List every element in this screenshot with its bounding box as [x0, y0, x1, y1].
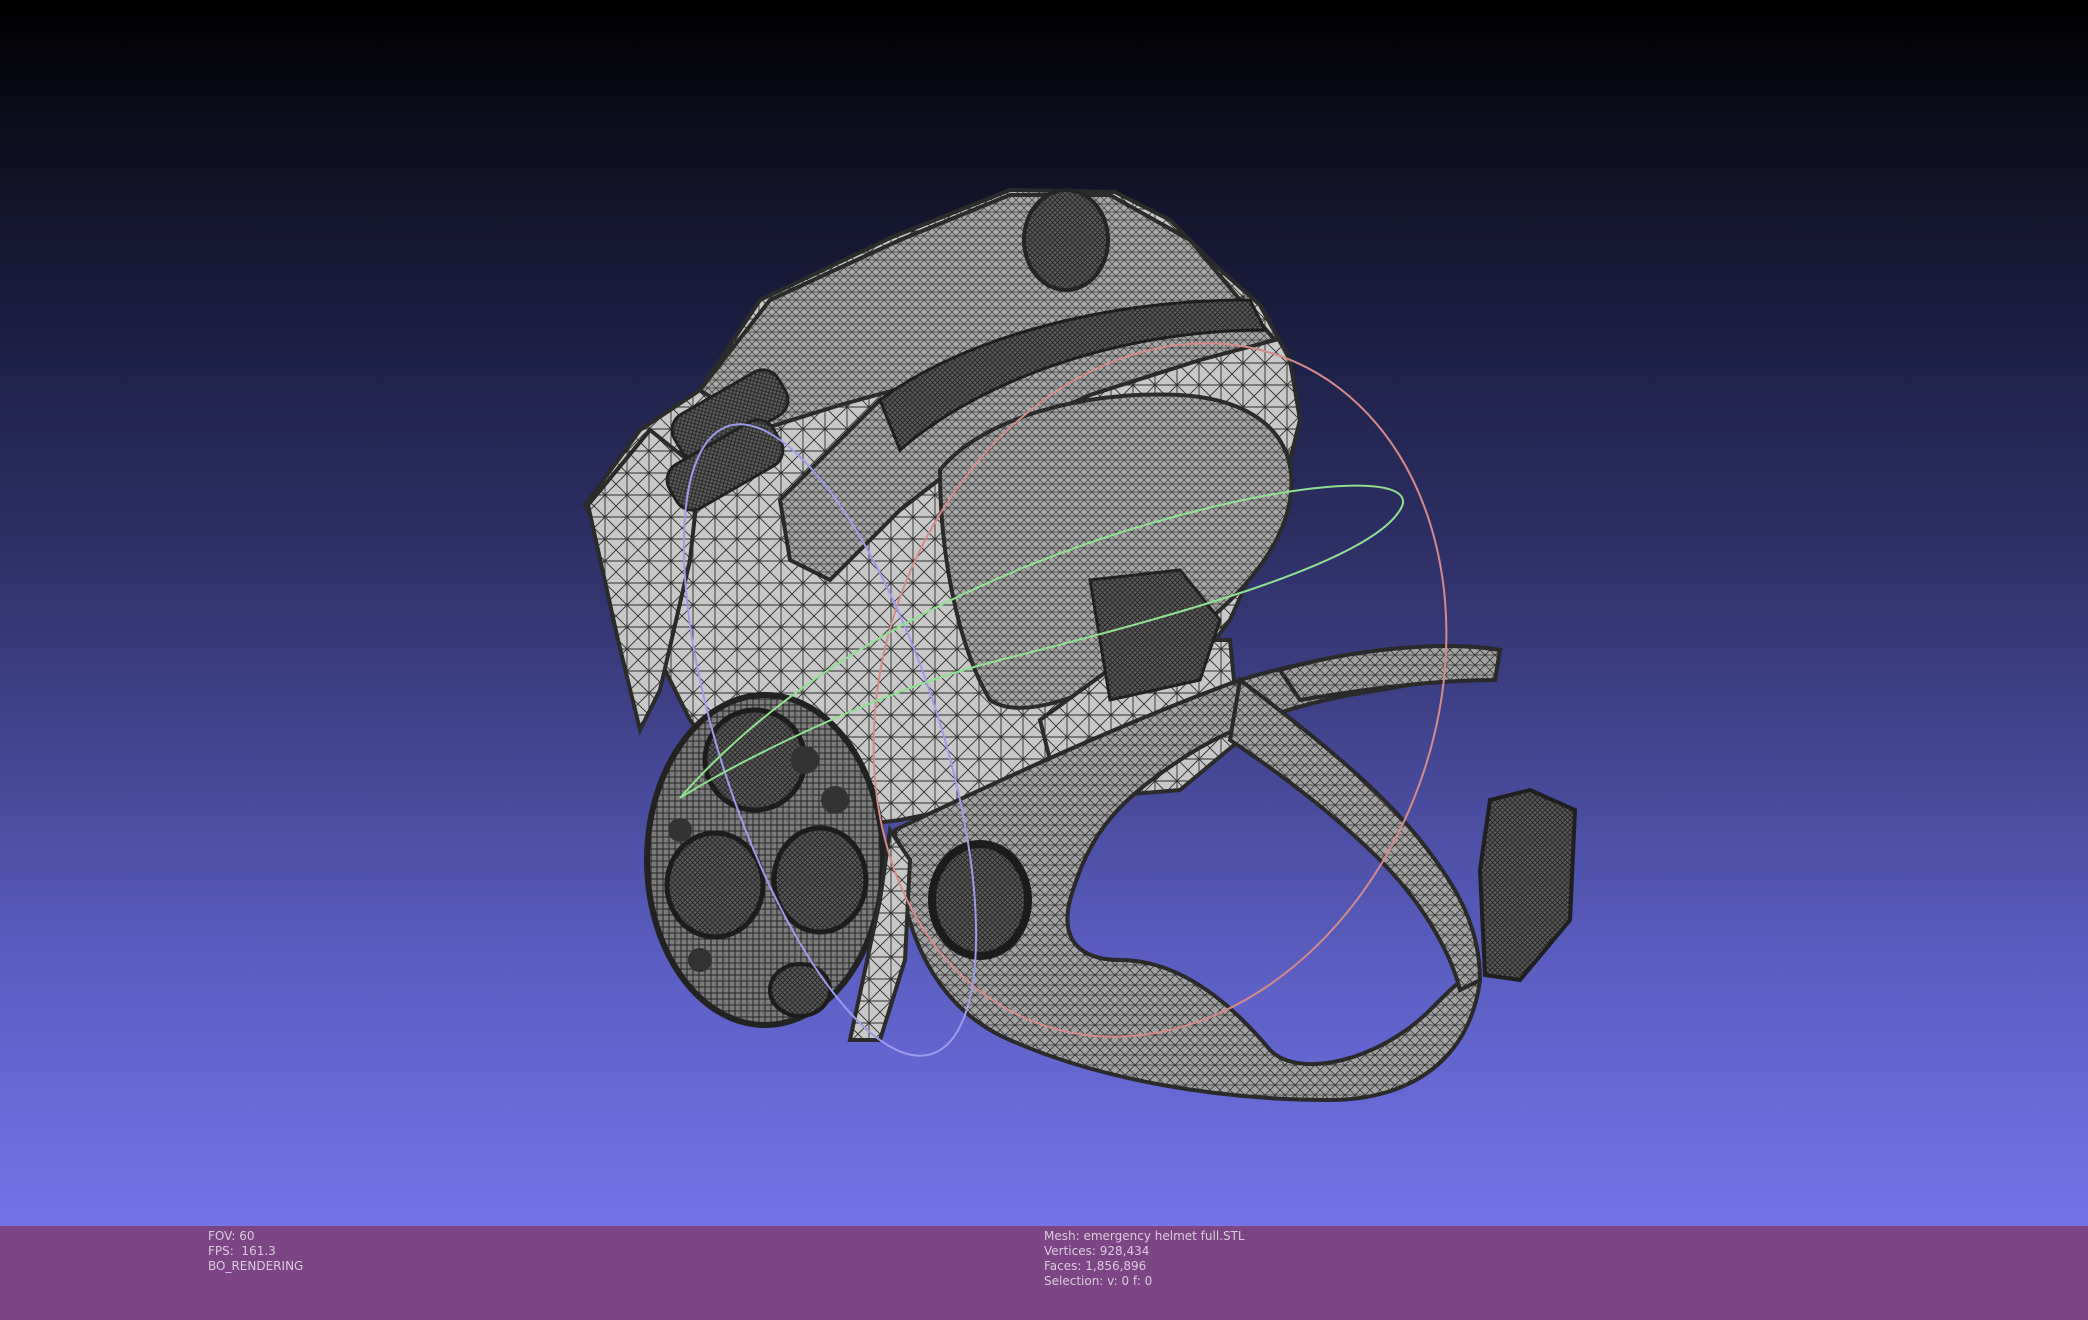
helmet-model[interactable] [582, 187, 1578, 1103]
render-mode-text: BO_RENDERING [208, 1259, 304, 1273]
faces-text: Faces: 1,856,896 [1044, 1259, 1147, 1273]
info-bar: FOV: 60 FPS: 161.3 BO_RENDERING Mesh: em… [0, 1226, 2088, 1320]
helmet-top-knob [1022, 188, 1110, 292]
helmet-filter-module [644, 692, 886, 1028]
fps-text: FPS: 161.3 [208, 1244, 276, 1258]
helmet-right-strap [1227, 676, 1483, 993]
mesh-info: Mesh: emergency helmet full.STL Vertices… [1044, 1229, 1245, 1289]
mesh-name-text: Mesh: emergency helmet full.STL [1044, 1229, 1245, 1243]
fov-text: FOV: 60 [208, 1229, 255, 1243]
selection-text: Selection: v: 0 f: 0 [1044, 1274, 1153, 1288]
meshlab-viewer: FOV: 60 FPS: 161.3 BO_RENDERING Mesh: em… [0, 0, 2088, 1320]
3d-viewport[interactable] [0, 0, 2088, 1226]
helmet-top-band [1276, 644, 1503, 703]
vertices-text: Vertices: 928,434 [1044, 1244, 1150, 1258]
strap-hole [928, 840, 1032, 960]
scene-canvas[interactable] [0, 0, 2088, 1226]
helmet-buckle [1477, 787, 1578, 983]
render-info: FOV: 60 FPS: 161.3 BO_RENDERING [208, 1229, 303, 1274]
